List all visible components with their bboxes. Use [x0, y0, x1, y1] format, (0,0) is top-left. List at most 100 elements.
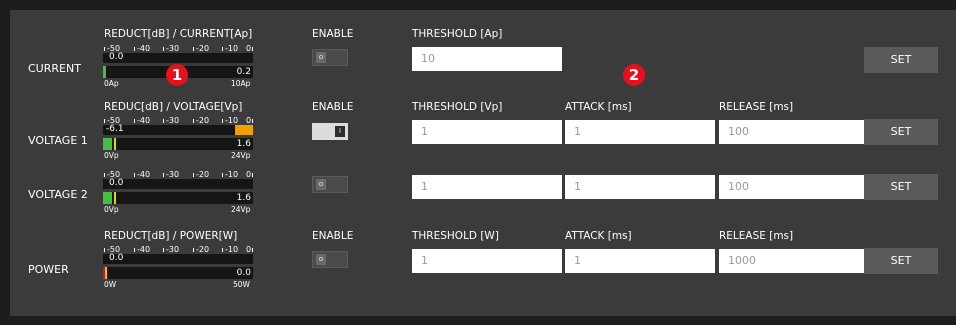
scale-tick: -40	[137, 170, 151, 179]
tick-mark	[104, 248, 105, 252]
annotation-badge-1: 1	[166, 64, 188, 86]
voltage-1-set-button[interactable]: SET	[864, 119, 938, 145]
current-set-button[interactable]: SET	[864, 47, 938, 73]
peak-marker	[114, 138, 116, 150]
tick-mark	[193, 173, 194, 177]
tick-mark	[252, 47, 253, 51]
tick-mark	[222, 47, 223, 51]
row-label-voltage-1: VOLTAGE 1	[28, 134, 88, 147]
level-bar: 1.6	[103, 192, 253, 204]
enable-header: ENABLE	[312, 101, 354, 113]
row-label-power: POWER	[28, 263, 69, 276]
peak-marker	[114, 192, 116, 204]
voltage-1-attack-input[interactable]: 1	[565, 120, 715, 144]
level-value: 1.6	[236, 139, 251, 149]
enable-header: ENABLE	[312, 28, 354, 40]
current-enable-toggle[interactable]: o	[312, 49, 348, 66]
axis-max-label: 10Ap	[231, 79, 251, 88]
scale-tick: -40	[137, 44, 151, 53]
enable-header: ENABLE	[312, 230, 354, 242]
level-fill	[103, 66, 106, 78]
reduction-value: 0.0	[109, 178, 124, 188]
scale-tick: -30	[166, 170, 180, 179]
voltage-1-enable-toggle[interactable]: I	[312, 123, 348, 140]
reduction-value: 0.0	[109, 52, 124, 62]
scale-tick: -20	[196, 170, 210, 179]
tick-mark	[163, 119, 164, 123]
voltage-meter-title: REDUC[dB] / VOLTAGE[Vp]	[104, 101, 243, 113]
release-label: RELEASE [ms]	[719, 230, 794, 242]
toggle-knob: I	[335, 126, 345, 137]
attack-label: ATTACK [ms]	[565, 101, 632, 113]
toggle-knob: o	[316, 52, 326, 63]
voltage-2-release-input[interactable]: 100	[719, 175, 869, 199]
scale-tick: -20	[196, 44, 210, 53]
tick-mark	[193, 248, 194, 252]
axis-min-label: 0W	[104, 280, 117, 289]
current-threshold-input[interactable]: 10	[412, 47, 562, 71]
power-release-input[interactable]: 1000	[719, 249, 869, 273]
voltage-2-threshold-input[interactable]: 1	[412, 175, 562, 199]
power-enable-toggle[interactable]: o	[312, 251, 348, 268]
voltage-2-attack-input[interactable]: 1	[565, 175, 715, 199]
tick-mark	[222, 119, 223, 123]
scale-tick: -10	[225, 44, 239, 53]
scale-tick: -30	[166, 245, 180, 254]
tick-mark	[222, 173, 223, 177]
axis-min-label: 0Vp	[104, 151, 119, 160]
voltage-2-set-button[interactable]: SET	[864, 174, 938, 200]
axis-max-label: 50W	[233, 280, 250, 289]
reduction-bar: 0.0	[103, 178, 253, 189]
row-label-current: CURRENT	[28, 62, 81, 75]
reduction-bar: -6.1	[103, 124, 253, 135]
current-meter-title: REDUCT[dB] / CURRENT[Ap]	[104, 28, 253, 40]
voltage-1-release-input[interactable]: 100	[719, 120, 869, 144]
voltage-1-threshold-input[interactable]: 1	[412, 120, 562, 144]
threshold-label: THRESHOLD [Vp]	[412, 101, 503, 113]
axis-min-label: 0Ap	[104, 79, 119, 88]
tick-mark	[193, 119, 194, 123]
annotation-badge-2: 2	[623, 64, 645, 86]
power-set-button[interactable]: SET	[864, 248, 938, 274]
power-threshold-input[interactable]: 1	[412, 249, 562, 273]
tick-mark	[252, 173, 253, 177]
level-bar: 1.6	[103, 138, 253, 150]
reduction-bar: 0.0	[103, 52, 253, 63]
level-fill	[103, 192, 112, 204]
reduction-value: -6.1	[106, 124, 124, 134]
axis-max-label: 24Vp	[231, 205, 251, 214]
scale-tick: 0	[246, 116, 252, 125]
tick-mark	[252, 248, 253, 252]
tick-mark	[134, 248, 135, 252]
scale-tick: -10	[225, 170, 239, 179]
axis-min-label: 0Vp	[104, 205, 119, 214]
scale-tick: -20	[196, 245, 210, 254]
release-label: RELEASE [ms]	[719, 101, 794, 113]
tick-mark	[134, 119, 135, 123]
tick-mark	[104, 119, 105, 123]
reduction-value: 0.0	[109, 253, 124, 263]
power-attack-input[interactable]: 1	[565, 249, 715, 273]
scale-tick: -10	[225, 245, 239, 254]
attack-label: ATTACK [ms]	[565, 230, 632, 242]
level-value: 1.6	[236, 193, 251, 203]
scale-tick: 0	[246, 170, 252, 179]
peak-marker	[105, 267, 107, 279]
scale-tick: -40	[137, 116, 151, 125]
voltage-2-enable-toggle[interactable]: o	[312, 176, 348, 193]
tick-mark	[163, 248, 164, 252]
scale-tick: -30	[166, 44, 180, 53]
scale-tick: -30	[166, 116, 180, 125]
tick-mark	[222, 248, 223, 252]
tick-mark	[163, 173, 164, 177]
scale-tick: -10	[225, 116, 239, 125]
tick-mark	[134, 173, 135, 177]
tick-mark	[104, 47, 105, 51]
row-label-voltage-2: VOLTAGE 2	[28, 188, 88, 201]
tick-mark	[193, 47, 194, 51]
tick-mark	[252, 119, 253, 123]
level-fill	[103, 138, 112, 150]
threshold-label: THRESHOLD [Ap]	[412, 28, 503, 40]
reduction-bar: 0.0	[103, 253, 253, 264]
toggle-knob: o	[316, 179, 326, 190]
